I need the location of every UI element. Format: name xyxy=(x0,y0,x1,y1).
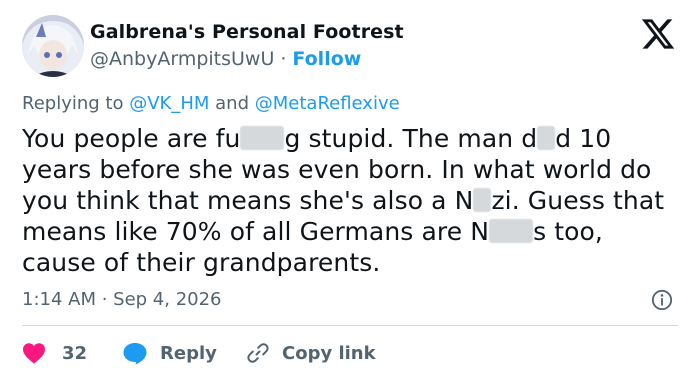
like-button[interactable]: 32 xyxy=(22,339,87,367)
censor-blur xyxy=(240,126,285,150)
replying-prefix: Replying to xyxy=(22,93,124,114)
tweet-text-segment: g stupid. The man d xyxy=(284,124,538,153)
separator-dot: · xyxy=(280,48,287,70)
mention-link[interactable]: @MetaReflexive xyxy=(255,93,400,114)
link-icon xyxy=(247,343,269,363)
reply-button[interactable]: Reply xyxy=(122,339,217,367)
tweet-text-segment: cause of their grandparents. xyxy=(22,248,381,277)
tweet-text-segment: means like 70% of all Germans are N xyxy=(22,217,490,246)
author-handle-row: @AnbyArmpitsUwU · Follow xyxy=(90,48,361,70)
like-count: 32 xyxy=(62,342,88,364)
tweet-text-segment: s too, xyxy=(533,217,603,246)
action-bar: 32 Reply Copy link xyxy=(22,339,682,367)
mention-link[interactable]: @VK_HM xyxy=(129,93,209,114)
copy-link-label: Copy link xyxy=(282,342,376,364)
censor-blur xyxy=(489,219,534,243)
reply-bubble-icon xyxy=(123,343,147,365)
tweet-text-segment: zi. Guess that xyxy=(491,186,665,215)
follow-button[interactable]: Follow xyxy=(292,48,361,70)
copy-link-button[interactable]: Copy link xyxy=(246,339,376,367)
tweet-text-segment: You people are fu xyxy=(22,124,241,153)
author-handle[interactable]: @AnbyArmpitsUwU xyxy=(90,48,274,70)
tweet-text: You people are fu g stupid. The man d d 10… xyxy=(22,123,692,278)
author-display-name[interactable]: Galbrena's Personal Footrest xyxy=(90,21,404,43)
tweet-text-segment: d 10 xyxy=(555,124,612,153)
censor-blur xyxy=(473,188,492,212)
censor-blur xyxy=(537,126,556,150)
replying-to: Replying to @VK_HM and @MetaReflexive xyxy=(22,93,400,114)
x-logo-icon[interactable] xyxy=(640,16,676,52)
tweet-text-segment: you think that means she's also a N xyxy=(22,186,474,215)
avatar[interactable] xyxy=(22,15,84,77)
tweet-text-segment: years before she was even born. In what … xyxy=(22,155,652,184)
reply-label: Reply xyxy=(160,342,217,364)
divider xyxy=(22,325,678,326)
timestamp[interactable]: 1:14 AM · Sep 4, 2026 xyxy=(22,289,222,310)
replying-conjunction: and xyxy=(215,93,250,114)
info-icon[interactable] xyxy=(651,289,673,311)
heart-icon xyxy=(23,343,45,364)
